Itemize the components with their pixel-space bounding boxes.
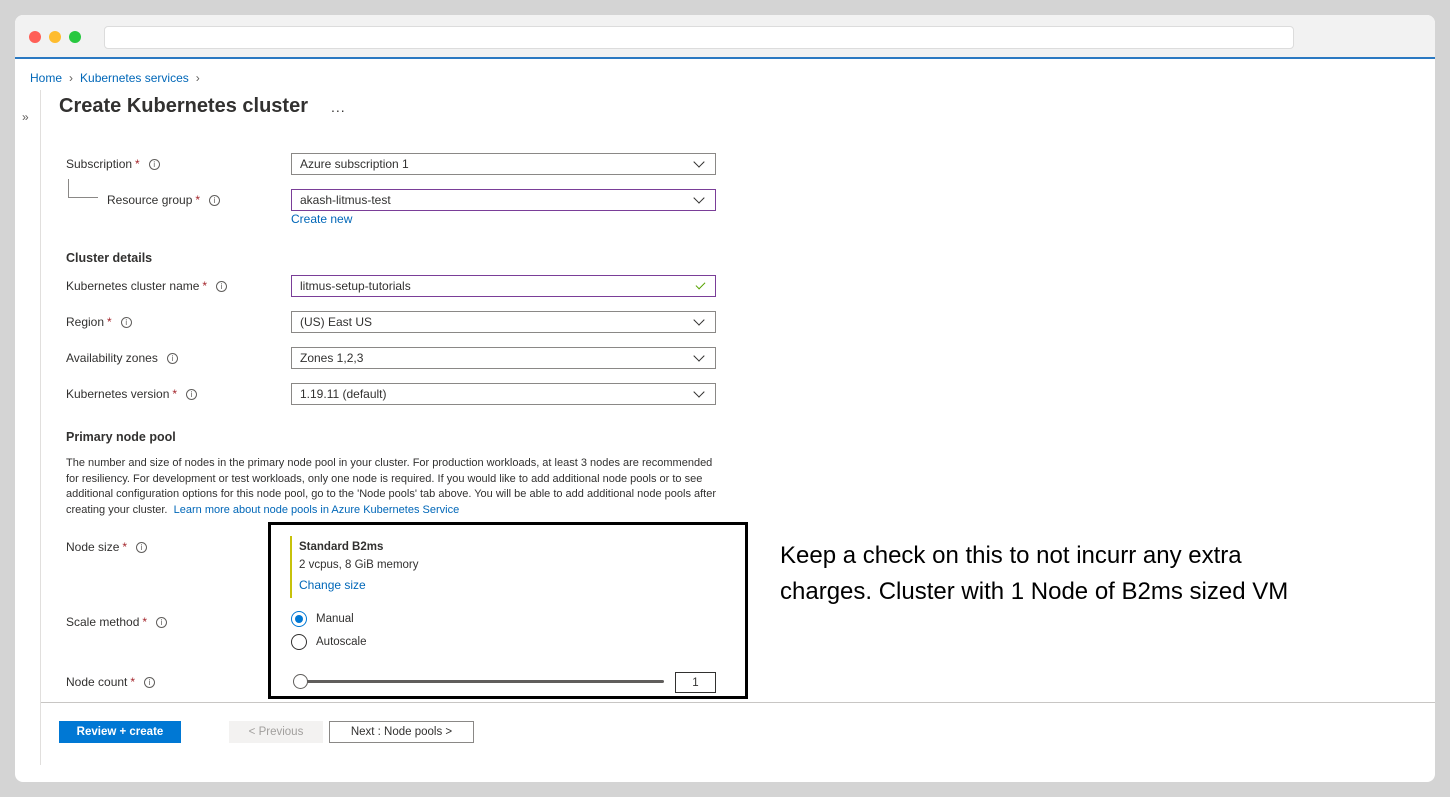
chevron-right-icon: › (195, 71, 200, 85)
radio-unchecked-icon (291, 634, 307, 650)
maximize-window-button[interactable] (69, 31, 81, 43)
kubernetes-version-label-text: Kubernetes version (66, 387, 170, 401)
scale-manual-radio[interactable]: Manual (291, 611, 354, 627)
chevron-right-icon: › (69, 71, 74, 85)
breadcrumb-kubernetes-services[interactable]: Kubernetes services (80, 71, 189, 85)
required-marker: * (122, 540, 128, 554)
availability-zones-value: Zones 1,2,3 (300, 351, 364, 365)
subscription-label: Subscription * i (66, 157, 160, 171)
node-size-name: Standard B2ms (299, 541, 384, 553)
subscription-value: Azure subscription 1 (300, 157, 409, 171)
resource-group-value: akash-litmus-test (300, 193, 391, 207)
scale-method-label-text: Scale method (66, 615, 140, 629)
annotation-note: Keep a check on this to not incurr any e… (780, 542, 1289, 605)
info-icon[interactable]: i (120, 316, 132, 328)
info-icon[interactable]: i (136, 541, 148, 553)
info-icon[interactable]: i (156, 616, 168, 628)
previous-button[interactable]: < Previous (229, 721, 323, 743)
chevron-down-icon (693, 155, 705, 168)
title-bar (15, 15, 1435, 59)
breadcrumb: Home › Kubernetes services › (30, 71, 207, 85)
review-create-button[interactable]: Review + create (59, 721, 181, 743)
kubernetes-version-label: Kubernetes version * i (66, 387, 198, 401)
required-marker: * (195, 193, 201, 207)
node-size-label: Node size * i (66, 540, 148, 554)
cluster-name-input[interactable]: litmus-setup-tutorials (291, 275, 716, 297)
sidebar-divider (40, 90, 41, 765)
chevron-down-icon (693, 191, 705, 204)
checkmark-icon (695, 279, 706, 289)
region-label: Region * i (66, 315, 132, 329)
node-size-spec: 2 vcpus, 8 GiB memory (299, 559, 419, 571)
node-count-label: Node count * i (66, 675, 156, 689)
required-marker: * (107, 315, 112, 329)
node-size-label-text: Node size (66, 540, 120, 554)
chevron-down-icon (693, 349, 705, 362)
node-count-slider-thumb[interactable] (293, 674, 308, 689)
page-title: Create Kubernetes cluster (59, 95, 308, 117)
scale-autoscale-radio[interactable]: Autoscale (291, 634, 367, 650)
node-count-slider-track[interactable] (300, 680, 664, 683)
kubernetes-version-dropdown[interactable]: 1.19.11 (default) (291, 383, 716, 405)
chevron-down-icon (693, 313, 705, 326)
resource-group-label: Resource group * i (107, 193, 221, 207)
radio-checked-icon (291, 611, 307, 627)
region-label-text: Region (66, 315, 105, 329)
resource-group-dropdown[interactable]: akash-litmus-test (291, 189, 716, 211)
cluster-name-label-text: Kubernetes cluster name (66, 279, 200, 293)
primary-node-pool-heading: Primary node pool (66, 430, 176, 444)
close-window-button[interactable] (29, 31, 41, 43)
availability-zones-dropdown[interactable]: Zones 1,2,3 (291, 347, 716, 369)
required-marker: * (172, 387, 178, 401)
browser-window: Home › Kubernetes services › » Create Ku… (15, 15, 1435, 782)
node-count-input[interactable]: 1 (675, 672, 716, 693)
footer-divider (41, 702, 1435, 703)
next-node-pools-button[interactable]: Next : Node pools > (329, 721, 474, 743)
info-icon[interactable]: i (144, 676, 156, 688)
info-icon[interactable]: i (209, 194, 221, 206)
kubernetes-version-value: 1.19.11 (default) (300, 387, 387, 401)
node-count-label-text: Node count (66, 675, 128, 689)
info-icon[interactable]: i (186, 388, 198, 400)
scale-manual-label: Manual (316, 613, 354, 625)
availability-zones-label: Availability zones i (66, 351, 178, 365)
required-marker: * (135, 157, 140, 171)
info-icon[interactable]: i (148, 158, 160, 170)
tree-connector (68, 197, 98, 198)
required-marker: * (142, 615, 148, 629)
info-icon[interactable]: i (166, 352, 178, 364)
availability-zones-label-text: Availability zones (66, 351, 158, 365)
tree-connector (68, 179, 69, 197)
learn-more-node-pools-link[interactable]: Learn more about node pools in Azure Kub… (174, 504, 460, 516)
subscription-label-text: Subscription (66, 157, 133, 171)
node-size-accent-bar (290, 536, 292, 598)
primary-node-pool-description: The number and size of nodes in the prim… (66, 456, 726, 518)
double-chevron-right-icon[interactable]: » (22, 110, 29, 124)
cluster-details-heading: Cluster details (66, 251, 153, 265)
region-value: (US) East US (300, 315, 373, 329)
change-size-link[interactable]: Change size (299, 578, 366, 592)
resource-group-label-text: Resource group (107, 193, 193, 207)
required-marker: * (130, 675, 136, 689)
breadcrumb-home[interactable]: Home (30, 71, 62, 85)
minimize-window-button[interactable] (49, 31, 61, 43)
cluster-name-value: litmus-setup-tutorials (300, 279, 411, 293)
scale-autoscale-label: Autoscale (316, 636, 367, 648)
cluster-name-label: Kubernetes cluster name * i (66, 279, 228, 293)
chevron-down-icon (693, 385, 705, 398)
subscription-dropdown[interactable]: Azure subscription 1 (291, 153, 716, 175)
info-icon[interactable]: i (216, 280, 228, 292)
address-bar[interactable] (104, 26, 1294, 49)
required-marker: * (202, 279, 208, 293)
more-options-button[interactable]: ... (331, 99, 346, 115)
create-new-link[interactable]: Create new (291, 212, 352, 226)
scale-method-label: Scale method * i (66, 615, 168, 629)
region-dropdown[interactable]: (US) East US (291, 311, 716, 333)
